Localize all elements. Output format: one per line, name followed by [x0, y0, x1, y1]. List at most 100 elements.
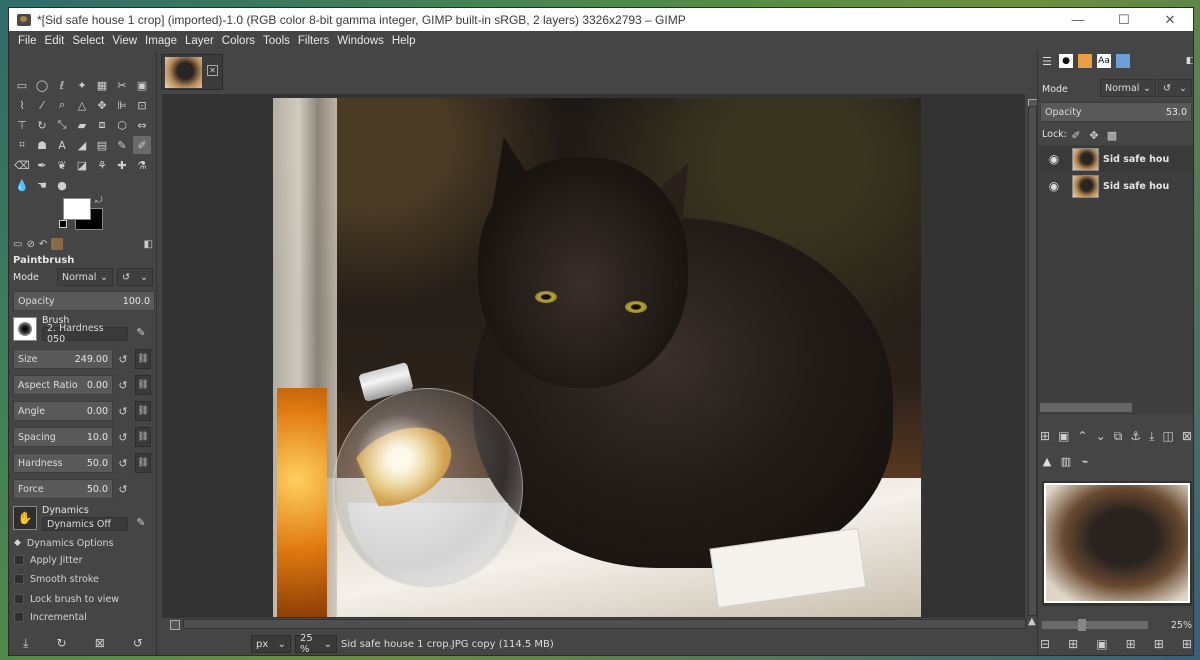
rect-select-icon[interactable]: ▭	[13, 76, 31, 94]
airbrush-icon[interactable]: ✒	[33, 156, 51, 174]
ink-icon[interactable]: ❦	[53, 156, 71, 174]
menu-image[interactable]: Image	[141, 35, 181, 47]
quick-mask-toggle-icon[interactable]	[170, 620, 180, 630]
navigator-preview[interactable]	[1042, 481, 1192, 606]
layer-opacity-slider[interactable]: Opacity 53.0	[1040, 102, 1192, 122]
foreground-color-swatch[interactable]	[63, 198, 91, 220]
image-viewport[interactable]	[162, 94, 1025, 618]
fuzzy-select-icon[interactable]: ✦	[73, 76, 91, 94]
reset-colors-icon[interactable]	[59, 220, 67, 228]
align-icon[interactable]: ⊫	[113, 96, 131, 114]
fonts-tab-icon[interactable]: Aa	[1097, 54, 1111, 68]
menu-view[interactable]: View	[108, 35, 141, 47]
color-picker-icon[interactable]: ⁄	[33, 96, 51, 114]
force-slider[interactable]: Force 50.0	[13, 479, 113, 499]
scale-icon[interactable]: ⤡	[53, 116, 71, 134]
menu-help[interactable]: Help	[388, 35, 420, 47]
patterns-tab-icon[interactable]	[1078, 54, 1092, 68]
duplicate-layer-icon[interactable]: ⧉	[1114, 429, 1123, 444]
lower-layer-icon[interactable]: ⌄	[1096, 429, 1106, 444]
lock-brush-checkbox[interactable]: Lock brush to view	[14, 591, 119, 607]
mypaint-brush-icon[interactable]: ◪	[73, 156, 91, 174]
reset-hardness-icon[interactable]: ↺	[115, 455, 131, 471]
text-icon[interactable]: A	[53, 136, 71, 154]
link-angle-icon[interactable]: ⛓	[135, 401, 151, 421]
layers-tab-icon[interactable]: ☰	[1040, 54, 1054, 68]
layers-horizontal-scrollbar[interactable]	[1040, 403, 1132, 412]
close-image-tab-icon[interactable]: ✕	[207, 65, 218, 76]
foreground-select-icon[interactable]: ▣	[133, 76, 151, 94]
pointer-tab-icon[interactable]: ⌁	[1078, 454, 1092, 468]
new-layer-group-icon[interactable]: ▣	[1058, 429, 1069, 444]
merge-down-icon[interactable]: ⤓	[1149, 429, 1154, 444]
configure-tab-icon[interactable]: ◧	[1183, 54, 1193, 68]
apply-jitter-checkbox[interactable]: Apply Jitter	[14, 552, 82, 568]
lock-position-icon[interactable]: ✥	[1086, 127, 1102, 143]
layer-row[interactable]: ◉ Sid safe hou	[1040, 146, 1192, 172]
shrink-wrap-icon[interactable]: ⊞	[1182, 637, 1192, 651]
reset-size-icon[interactable]: ↺	[115, 351, 131, 367]
crop-icon[interactable]: ⊡	[133, 96, 151, 114]
image-tab[interactable]: ✕	[161, 54, 223, 90]
dodge-burn-icon[interactable]: ●	[53, 176, 71, 194]
mode-select[interactable]: Normal ⌄	[57, 268, 113, 286]
histogram-tab-icon[interactable]: ▥	[1059, 454, 1073, 468]
lock-alpha-icon[interactable]: ▩	[1104, 127, 1120, 143]
zoom-icon[interactable]: ⌕	[53, 96, 71, 114]
mode-reset-select[interactable]: ↺ ⌄	[117, 268, 153, 286]
raise-layer-icon[interactable]: ⌃	[1078, 429, 1088, 444]
link-size-icon[interactable]: ⛓	[135, 349, 151, 369]
delete-layer-icon[interactable]: ⊠	[1182, 429, 1192, 444]
tool-options-tab-icon[interactable]: ▭	[13, 239, 22, 250]
cage-transform-icon[interactable]: ⌗	[13, 136, 31, 154]
menu-windows[interactable]: Windows	[333, 35, 388, 47]
unit-select[interactable]: px ⌄	[251, 635, 291, 653]
opacity-slider[interactable]: Opacity 100.0	[13, 291, 155, 311]
dynamics-options-expander[interactable]: ◆ Dynamics Options	[14, 535, 113, 551]
3d-transform-icon[interactable]: ⬡	[113, 116, 131, 134]
menu-edit[interactable]: Edit	[41, 35, 69, 47]
save-options-icon[interactable]: ⤓	[23, 636, 28, 651]
shear-icon[interactable]: ▰	[73, 116, 91, 134]
smudge-icon[interactable]: ☚	[33, 176, 51, 194]
dynamics-name-field[interactable]: Dynamics Off	[42, 517, 128, 531]
close-button[interactable]: ✕	[1147, 8, 1193, 31]
layer-mode-reset-select[interactable]: ↺ ⌄	[1158, 79, 1192, 97]
horizontal-scrollbar[interactable]	[183, 619, 1026, 629]
delete-options-icon[interactable]: ⊠	[95, 636, 105, 651]
menu-file[interactable]: File	[14, 35, 41, 47]
device-status-tab-icon[interactable]: ⊘	[26, 239, 34, 250]
heal-icon[interactable]: ✚	[113, 156, 131, 174]
swap-colors-icon[interactable]: ⤾	[95, 196, 103, 206]
link-aspect-icon[interactable]: ⛓	[135, 375, 151, 395]
gradient-icon[interactable]: ▤	[93, 136, 111, 154]
menu-filters[interactable]: Filters	[294, 35, 333, 47]
incremental-checkbox[interactable]: Incremental	[14, 609, 87, 625]
reset-angle-icon[interactable]: ↺	[115, 403, 131, 419]
measure-icon[interactable]: △	[73, 96, 91, 114]
add-mask-icon[interactable]: ◫	[1163, 429, 1174, 444]
unified-transform-icon[interactable]: ⊤	[13, 116, 31, 134]
aspect-ratio-slider[interactable]: Aspect Ratio 0.00	[13, 375, 113, 395]
spacing-slider[interactable]: Spacing 10.0	[13, 427, 113, 447]
warp-icon[interactable]: ☗	[33, 136, 51, 154]
visibility-eye-icon[interactable]: ◉	[1044, 152, 1064, 166]
lock-pixels-icon[interactable]: ✐	[1068, 127, 1084, 143]
link-hardness-icon[interactable]: ⛓	[135, 453, 151, 473]
cat-photo[interactable]	[273, 98, 921, 617]
size-slider[interactable]: Size 249.00	[13, 349, 113, 369]
configure-tab-icon[interactable]: ◧	[144, 239, 153, 250]
zoom-fill-window-icon[interactable]: ⊞	[1154, 637, 1164, 651]
anchor-layer-icon[interactable]: ⚓	[1130, 429, 1141, 444]
select-by-color-icon[interactable]: ▦	[93, 76, 111, 94]
pencil-icon[interactable]: ✎	[113, 136, 131, 154]
hardness-slider[interactable]: Hardness 50.0	[13, 453, 113, 473]
navigator-zoom-slider[interactable]	[1042, 619, 1148, 631]
reset-options-icon[interactable]: ↺	[133, 636, 143, 651]
brush-preview[interactable]	[13, 317, 37, 341]
document-history-tab-icon[interactable]	[1116, 54, 1130, 68]
navigation-tab-icon[interactable]: ▲	[1040, 454, 1054, 468]
new-layer-icon[interactable]: ⊞	[1040, 429, 1050, 444]
blur-icon[interactable]: 💧	[13, 176, 31, 194]
flip-icon[interactable]: ⇔	[133, 116, 151, 134]
